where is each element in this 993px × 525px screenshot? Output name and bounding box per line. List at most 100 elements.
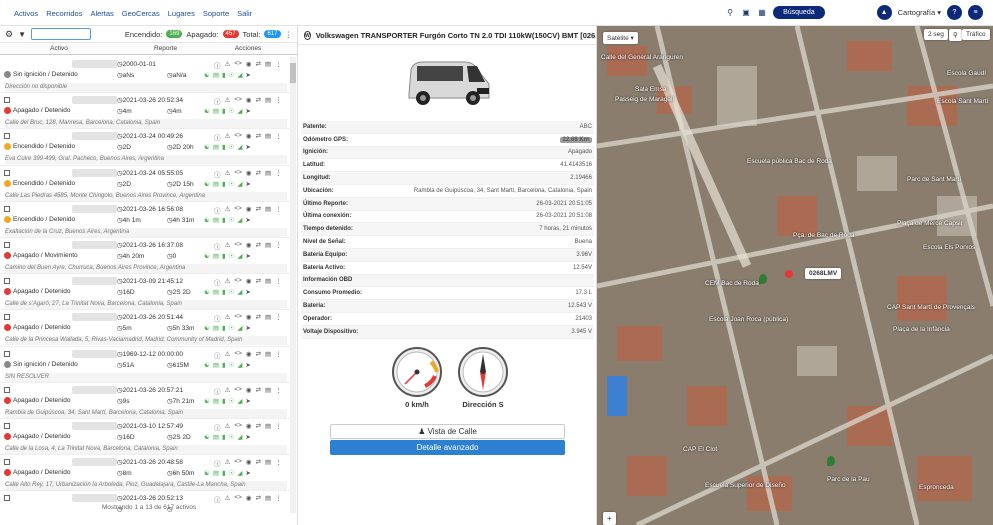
nav-recorridos[interactable]: Recorridos: [46, 9, 82, 18]
route-icon[interactable]: ⇄: [256, 386, 261, 396]
more-icon[interactable]: ⋮: [275, 386, 282, 396]
help-icon[interactable]: ?: [947, 5, 962, 20]
info-icon[interactable]: ⓘ: [214, 132, 221, 142]
alert-icon[interactable]: ⚠: [225, 313, 231, 323]
route-icon[interactable]: ⇄: [256, 96, 261, 106]
code-icon[interactable]: <>: [234, 205, 242, 215]
eye-icon[interactable]: ◉: [246, 241, 252, 251]
map-layer-icon[interactable]: ▲: [876, 5, 892, 20]
map-view[interactable]: Satélite ▾ 2 seg ⚲ Tráfico + 0268LMV Cal…: [597, 26, 993, 525]
alert-icon[interactable]: ⚠: [225, 422, 231, 432]
message-icon[interactable]: ▤: [265, 241, 271, 251]
more-icon[interactable]: ⋮: [275, 169, 282, 179]
info-icon[interactable]: ⓘ: [214, 96, 221, 106]
more-icon[interactable]: ⋮: [285, 30, 293, 39]
nav-salir[interactable]: Salir: [237, 9, 252, 18]
route-icon[interactable]: ⇄: [256, 60, 261, 70]
row-checkbox[interactable]: [4, 459, 10, 466]
table-row[interactable]: ◷1969-12-12 00:00:00 Sin ignición / Dete…: [0, 347, 290, 383]
eye-icon[interactable]: ◉: [246, 277, 252, 287]
route-icon[interactable]: ⇄: [256, 205, 261, 215]
message-icon[interactable]: ▤: [265, 422, 271, 432]
eye-icon[interactable]: ◉: [246, 422, 252, 432]
info-icon[interactable]: ⓘ: [214, 422, 221, 432]
advanced-detail-button[interactable]: Detalle avanzado: [330, 440, 565, 455]
message-icon[interactable]: ▤: [265, 132, 271, 142]
info-icon[interactable]: ⓘ: [214, 494, 221, 504]
info-icon[interactable]: ⓘ: [214, 277, 221, 287]
route-icon[interactable]: ⇄: [256, 494, 261, 504]
message-icon[interactable]: ▤: [265, 277, 271, 287]
code-icon[interactable]: <>: [234, 96, 242, 106]
table-row[interactable]: ◷2021-03-26 20:51:44 Apagado / Detenido …: [0, 310, 290, 347]
nav-activos[interactable]: Activos: [14, 9, 38, 18]
vehicle-marker-label[interactable]: 0268LMV: [805, 268, 842, 279]
table-row[interactable]: ◷2021-03-26 16:37:08 Apagado / Movimient…: [0, 238, 290, 275]
table-row[interactable]: ◷2021-03-26 20:48:58 Apagado / Detenido …: [0, 455, 290, 492]
row-checkbox[interactable]: [4, 97, 10, 104]
table-row[interactable]: ◷2021-03-26 16:56:08 Encendido / Detenid…: [0, 202, 290, 238]
nav-soporte[interactable]: Soporte: [203, 9, 229, 18]
calendar-icon[interactable]: ▦: [757, 8, 767, 18]
table-row[interactable]: ◷2000-01-01 Sin ignición / Detenido ◷aNs…: [0, 57, 290, 94]
nav-lugares[interactable]: Lugares: [168, 9, 195, 18]
map-type-dropdown[interactable]: Cartografía ▾: [898, 8, 941, 17]
info-icon[interactable]: ⓘ: [214, 60, 221, 70]
message-icon[interactable]: ▤: [265, 96, 271, 106]
alert-icon[interactable]: ⚠: [225, 60, 231, 70]
table-row[interactable]: ◷2021-03-26 20:52:34 Apagado / Detenido …: [0, 93, 290, 130]
info-icon[interactable]: ⓘ: [214, 313, 221, 323]
map-type-button[interactable]: Satélite ▾: [603, 32, 638, 44]
code-icon[interactable]: <>: [234, 132, 242, 142]
code-icon[interactable]: <>: [234, 458, 242, 468]
table-row[interactable]: ◷2021-03-10 12:57:49 Apagado / Detenido …: [0, 419, 290, 456]
more-icon[interactable]: ⋮: [275, 422, 282, 432]
more-icon[interactable]: ⋮: [275, 96, 282, 106]
row-checkbox[interactable]: [4, 495, 10, 502]
route-icon[interactable]: ⇄: [256, 169, 261, 179]
list-scrollbar[interactable]: [290, 57, 296, 513]
code-icon[interactable]: <>: [234, 313, 242, 323]
info-icon[interactable]: ⓘ: [214, 169, 221, 179]
more-icon[interactable]: ⋮: [275, 60, 282, 70]
street-view-button[interactable]: ♟ Vista de Calle: [330, 424, 565, 439]
table-row[interactable]: ◷2021-03-09 21:45:12 Apagado / Detenido …: [0, 274, 290, 311]
more-icon[interactable]: ⋮: [275, 241, 282, 251]
route-icon[interactable]: ⇄: [256, 350, 261, 360]
route-icon[interactable]: ⇄: [256, 277, 261, 287]
table-row[interactable]: ◷2021-03-24 00:49:26 Encendido / Detenid…: [0, 129, 290, 166]
alert-icon[interactable]: ⚠: [225, 350, 231, 360]
more-icon[interactable]: ⋮: [275, 313, 282, 323]
gear-icon[interactable]: ⚙: [5, 29, 13, 40]
more-icon[interactable]: ⋮: [275, 132, 282, 142]
alert-icon[interactable]: ⚠: [225, 96, 231, 106]
eye-icon[interactable]: ◉: [246, 96, 252, 106]
row-checkbox[interactable]: [4, 422, 10, 429]
message-icon[interactable]: ▤: [265, 60, 271, 70]
alert-icon[interactable]: ⚠: [225, 386, 231, 396]
row-checkbox[interactable]: [4, 133, 10, 140]
lock-icon[interactable]: ▣: [741, 8, 751, 18]
message-icon[interactable]: ▤: [265, 494, 271, 504]
message-icon[interactable]: ▤: [265, 350, 271, 360]
eye-icon[interactable]: ◉: [246, 458, 252, 468]
code-icon[interactable]: <>: [234, 386, 242, 396]
row-checkbox[interactable]: [4, 169, 10, 176]
refresh-interval-button[interactable]: 2 seg: [924, 29, 948, 40]
route-icon[interactable]: ⇄: [256, 458, 261, 468]
eye-icon[interactable]: ◉: [246, 313, 252, 323]
alert-icon[interactable]: ⚠: [225, 169, 231, 179]
row-checkbox[interactable]: [4, 386, 10, 393]
info-icon[interactable]: ⓘ: [214, 458, 221, 468]
filter-icon[interactable]: ▼: [18, 30, 26, 39]
code-icon[interactable]: <>: [234, 422, 242, 432]
alert-icon[interactable]: ⚠: [225, 277, 231, 287]
message-icon[interactable]: ▤: [265, 458, 271, 468]
code-icon[interactable]: <>: [234, 350, 242, 360]
eye-icon[interactable]: ◉: [246, 132, 252, 142]
traffic-button[interactable]: Tráfico: [962, 29, 990, 40]
row-checkbox[interactable]: [4, 205, 10, 212]
search-icon[interactable]: ⚲: [725, 8, 735, 18]
message-icon[interactable]: ▤: [265, 169, 271, 179]
menu-icon[interactable]: ≡: [968, 5, 983, 20]
